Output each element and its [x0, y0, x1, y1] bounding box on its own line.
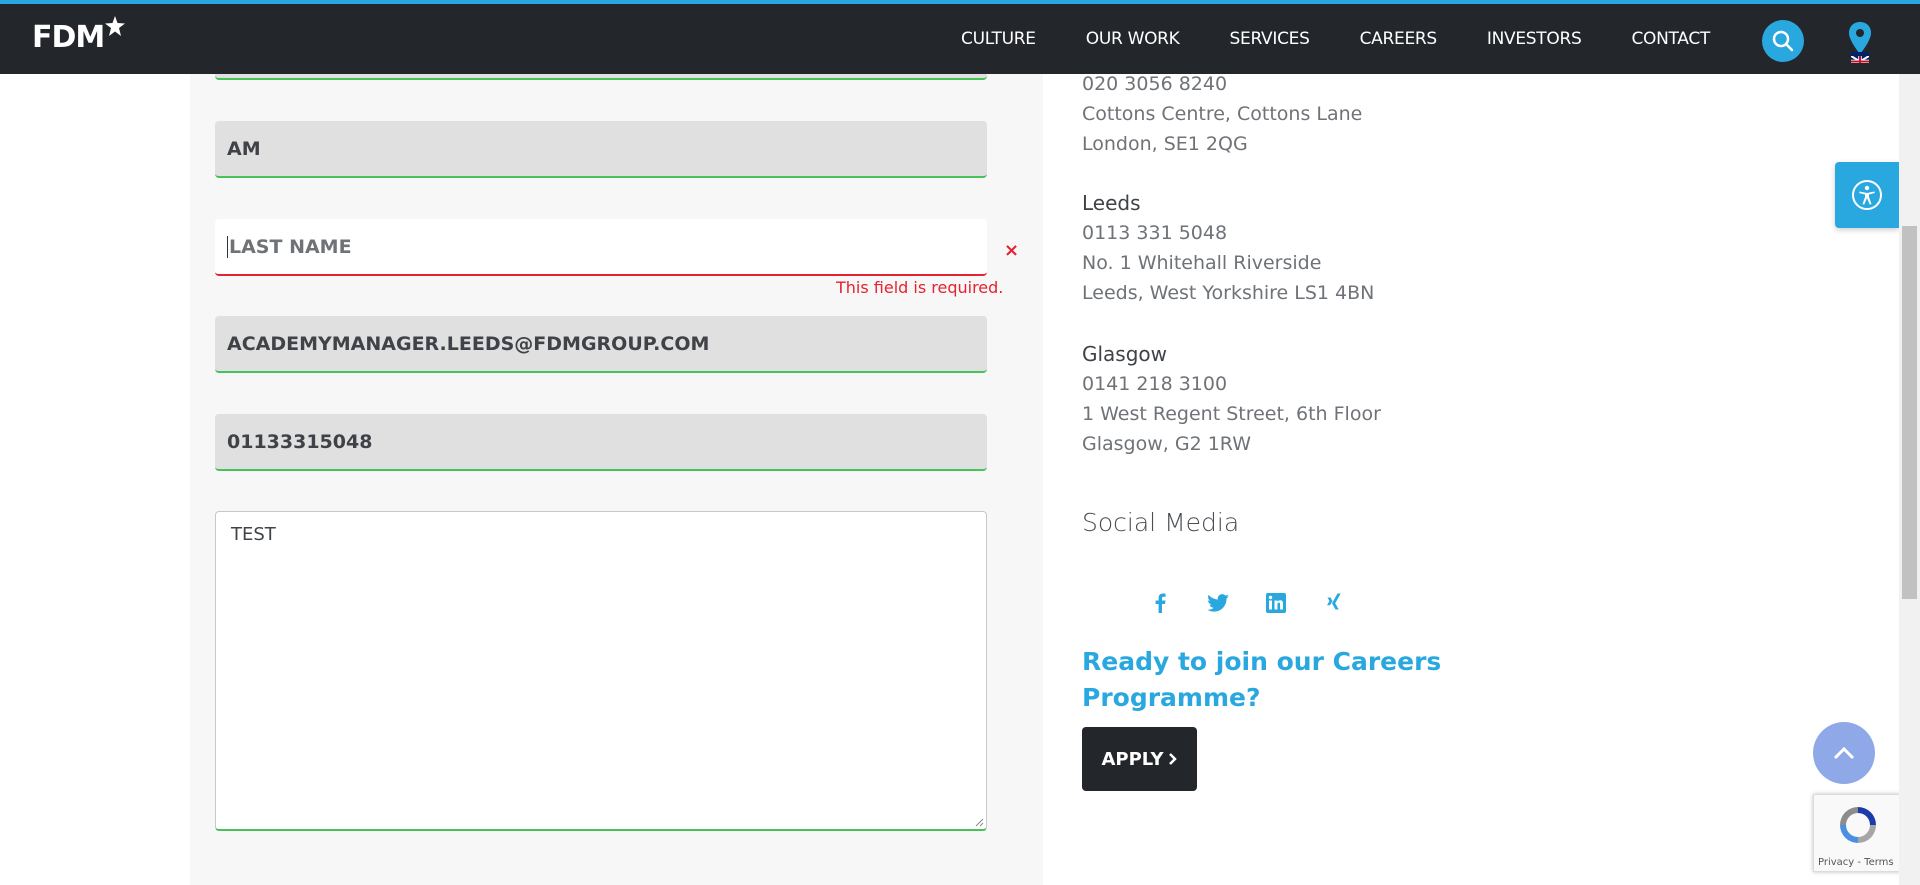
logo-star-icon: [105, 16, 126, 36]
leeds-phone[interactable]: 0113 331 5048: [1082, 218, 1374, 248]
phone-value: 01133315048: [227, 430, 373, 453]
twitter-link[interactable]: [1206, 591, 1230, 615]
scrollbar-thumb[interactable]: [1902, 226, 1917, 599]
first-name-field[interactable]: AM: [215, 121, 987, 178]
nav-careers[interactable]: CAREERS: [1360, 29, 1438, 49]
site-header: FDM CULTURE OUR WORK SERVICES CAREERS IN…: [0, 0, 1920, 74]
careers-cta-heading: Ready to join our Careers Programme?: [1082, 647, 1442, 712]
leeds-name: Leeds: [1082, 191, 1141, 215]
xing-link[interactable]: [1322, 591, 1346, 615]
london-address-line1: Cottons Centre, Cottons Lane: [1082, 103, 1363, 125]
email-field[interactable]: ACADEMYMANAGER.LEEDS@FDMGROUP.COM: [215, 316, 987, 373]
back-to-top-button[interactable]: [1813, 722, 1875, 784]
page-scrollbar[interactable]: [1899, 0, 1920, 885]
fdm-logo[interactable]: FDM: [32, 16, 126, 55]
search-button[interactable]: [1762, 20, 1804, 62]
logo-text: FDM: [32, 20, 105, 55]
apply-button[interactable]: APPLY: [1082, 727, 1197, 791]
nav-services[interactable]: SERVICES: [1230, 29, 1310, 49]
office-glasgow: Glasgow 0141 218 3100 1 West Regent Stre…: [1082, 339, 1381, 459]
last-name-field[interactable]: LAST NAME: [215, 219, 987, 276]
linkedin-icon: [1266, 593, 1286, 613]
accessibility-icon: [1852, 180, 1882, 210]
office-london: 020 3056 8240 Cottons Centre, Cottons La…: [1082, 69, 1362, 159]
nav-our-work[interactable]: OUR WORK: [1086, 29, 1180, 49]
social-media-title: Social Media: [1082, 508, 1240, 537]
leeds-address-line2: Leeds, West Yorkshire LS1 4BN: [1082, 282, 1375, 304]
apply-label: APPLY: [1101, 748, 1164, 770]
xing-icon: [1327, 593, 1341, 610]
london-address-line2: London, SE1 2QG: [1082, 133, 1248, 155]
facebook-link[interactable]: [1148, 591, 1172, 615]
recaptcha-links[interactable]: Privacy - Terms: [1818, 857, 1894, 868]
nav-culture[interactable]: CULTURE: [961, 29, 1036, 49]
chevron-right-icon: [1168, 753, 1177, 765]
leeds-address-line1: No. 1 Whitehall Riverside: [1082, 252, 1322, 274]
nav-contact[interactable]: CONTACT: [1631, 29, 1710, 49]
office-leeds: Leeds 0113 331 5048 No. 1 Whitehall Rive…: [1082, 188, 1374, 308]
phone-field[interactable]: 01133315048: [215, 414, 987, 471]
glasgow-phone[interactable]: 0141 218 3100: [1082, 369, 1381, 399]
twitter-icon: [1207, 594, 1229, 612]
search-icon: [1772, 30, 1794, 52]
linkedin-link[interactable]: [1264, 591, 1288, 615]
main-nav: CULTURE OUR WORK SERVICES CAREERS INVEST…: [911, 4, 1710, 74]
message-value: TEST: [231, 524, 276, 545]
message-textarea[interactable]: TEST: [215, 511, 987, 831]
accessibility-button[interactable]: [1835, 162, 1899, 228]
glasgow-name: Glasgow: [1082, 342, 1168, 366]
facebook-icon: [1155, 593, 1166, 613]
first-name-value: AM: [227, 137, 261, 160]
error-x-icon: ×: [1004, 240, 1020, 261]
glasgow-address-line2: Glasgow, G2 1RW: [1082, 433, 1252, 455]
chevron-up-icon: [1833, 746, 1855, 760]
last-name-error-message: This field is required.: [836, 278, 1004, 297]
resize-handle-icon[interactable]: [974, 817, 984, 827]
uk-flag-icon[interactable]: [1851, 52, 1869, 63]
nav-investors[interactable]: INVESTORS: [1487, 29, 1582, 49]
recaptcha-icon: [1840, 807, 1876, 843]
last-name-placeholder: LAST NAME: [229, 235, 352, 258]
glasgow-address-line1: 1 West Regent Street, 6th Floor: [1082, 403, 1381, 425]
text-cursor: [227, 235, 228, 258]
email-value: ACADEMYMANAGER.LEEDS@FDMGROUP.COM: [227, 332, 710, 355]
recaptcha-badge[interactable]: Privacy - Terms: [1813, 794, 1901, 872]
